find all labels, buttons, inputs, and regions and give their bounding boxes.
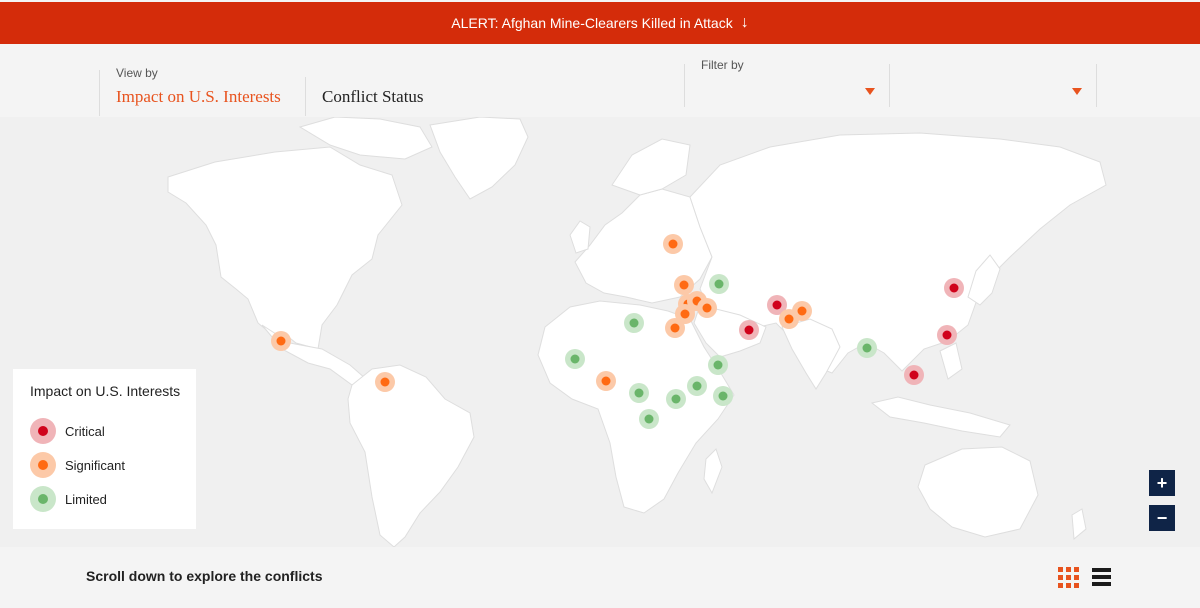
marker-critical (944, 278, 964, 298)
caret-down-icon (1072, 88, 1082, 95)
marker-critical (904, 365, 924, 385)
significant-dot-icon (30, 452, 56, 478)
marker-significant (596, 371, 616, 391)
marker-critical (739, 320, 759, 340)
marker-significant (663, 234, 683, 254)
filter-dropdown-2[interactable] (890, 74, 1092, 108)
marker-limited (857, 338, 877, 358)
filter-dropdown-1[interactable] (685, 74, 885, 108)
philippines-landmass (939, 342, 963, 380)
marker-limited (708, 355, 728, 375)
list-view-svg (1092, 568, 1111, 586)
list-view-icon[interactable] (1092, 568, 1111, 592)
marker-significant (674, 275, 694, 295)
divider (1096, 64, 1097, 107)
scandinavia-landmass (611, 138, 691, 196)
new-zealand-landmass (1071, 508, 1087, 540)
marker-significant (375, 372, 395, 392)
legend-item-significant: Significant (30, 452, 125, 478)
legend-item-label: Limited (65, 491, 107, 507)
marker-limited (709, 274, 729, 294)
grid-view-icon[interactable] (1058, 567, 1079, 593)
divider (305, 77, 306, 116)
divider (99, 70, 100, 116)
grid-view-svg (1058, 567, 1079, 588)
legend-item-limited: Limited (30, 486, 107, 512)
marker-critical (937, 325, 957, 345)
australia-landmass (917, 446, 1039, 538)
marker-limited (565, 349, 585, 369)
legend-panel: Impact on U.S. Interests Critical Signif… (13, 369, 196, 529)
north-america-landmass (167, 146, 403, 350)
down-arrow-icon: ↓ (740, 14, 749, 31)
marker-limited (666, 389, 686, 409)
madagascar-landmass (703, 448, 723, 495)
marker-limited (624, 313, 644, 333)
southeast-asia-islands (870, 396, 1011, 438)
filter-by-label: Filter by (701, 58, 744, 72)
marker-limited (713, 386, 733, 406)
legend-title: Impact on U.S. Interests (30, 383, 181, 399)
legend-item-label: Critical (65, 423, 105, 439)
marker-limited (639, 409, 659, 429)
footer-bar: Scroll down to explore the conflicts (0, 547, 1200, 608)
scroll-prompt: Scroll down to explore the conflicts (86, 568, 323, 584)
critical-dot-icon (30, 418, 56, 444)
zoom-out-button[interactable]: − (1149, 505, 1175, 531)
marker-significant (792, 301, 812, 321)
south-america-landmass (347, 364, 475, 547)
tab-conflict-status[interactable]: Conflict Status (322, 87, 424, 107)
controls-bar: View by Impact on U.S. Interests Conflic… (0, 44, 1200, 118)
zoom-in-button[interactable]: + (1149, 470, 1175, 496)
marker-significant (271, 331, 291, 351)
legend-item-label: Significant (65, 457, 125, 473)
marker-limited (687, 376, 707, 396)
legend-item-critical: Critical (30, 418, 105, 444)
greenland-landmass (429, 117, 529, 200)
view-by-label: View by (116, 66, 158, 80)
alert-text: ALERT: Afghan Mine-Clearers Killed in At… (451, 15, 733, 31)
marker-significant (697, 298, 717, 318)
tab-impact-on-us-interests[interactable]: Impact on U.S. Interests (116, 87, 281, 107)
limited-dot-icon (30, 486, 56, 512)
marker-significant (665, 318, 685, 338)
uk-landmass (569, 220, 591, 254)
caret-down-icon (865, 88, 875, 95)
india-landmass (781, 318, 841, 390)
marker-limited (629, 383, 649, 403)
alert-banner[interactable]: ALERT: Afghan Mine-Clearers Killed in At… (0, 2, 1200, 44)
